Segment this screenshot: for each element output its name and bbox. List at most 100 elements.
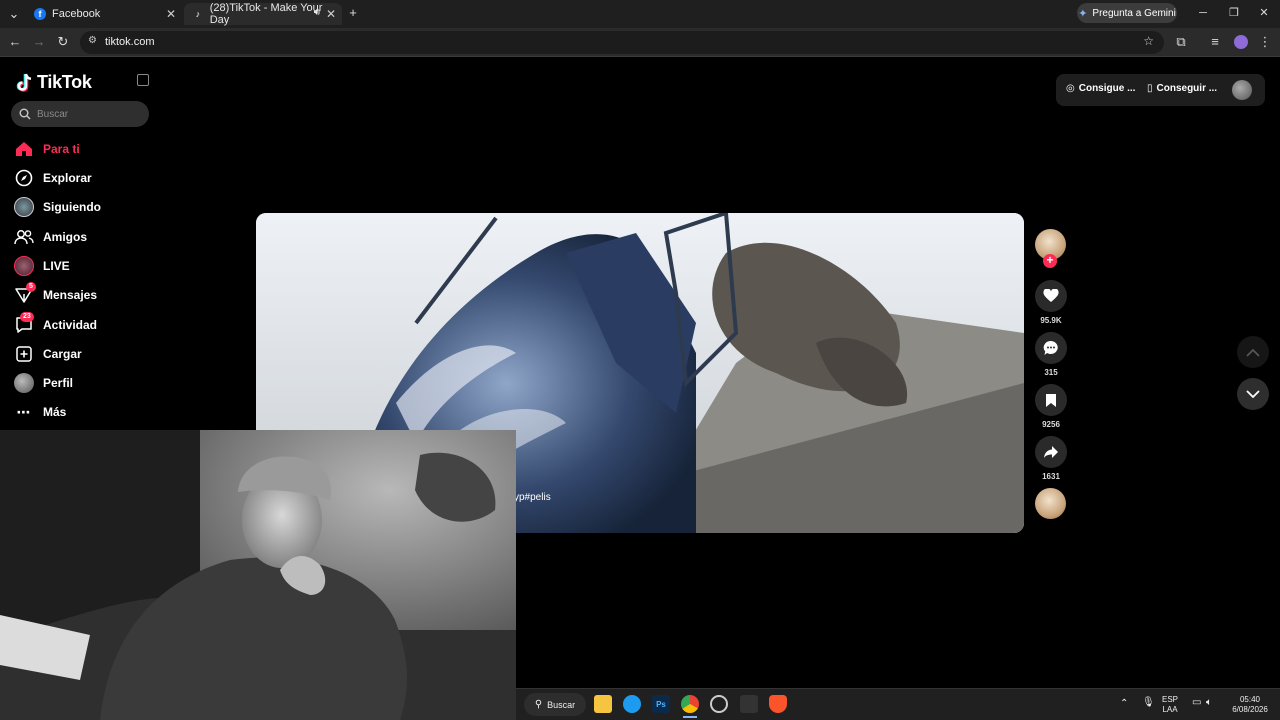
windows-taskbar: ⚲ Buscar Ps ⌃ 🎙︎ ESP LAA ▭ 🔈︎ 05:40 6/08… [516,688,1280,720]
gemini-label: Pregunta a Gemini [1092,7,1176,19]
messages-badge: 5 [26,282,36,292]
clock[interactable]: 05:40 6/08/2026 [1226,695,1274,715]
media-control-icon[interactable]: ≡ [1205,33,1225,51]
microphone-icon[interactable]: 🎙︎ [1142,698,1155,708]
share-button[interactable] [1035,436,1067,468]
sidebar-item-label: Perfil [43,376,74,390]
tiktok-note-icon [16,73,32,92]
tab-tiktok-label: (28)TikTok - Make Your Day [209,2,323,26]
save-count: 9256 [1042,420,1060,429]
compass-icon [14,168,34,188]
get-coins-button[interactable]: ◎ Consigue ... [1066,83,1135,94]
sidebar-item-explorar[interactable]: Explorar [14,167,92,189]
search-input[interactable]: Buscar [11,101,149,127]
lang-bottom: LAA [1162,705,1178,714]
next-video-button[interactable] [1237,378,1269,410]
sidebar-item-siguiendo[interactable]: Siguiendo [14,196,101,218]
sidebar-item-actividad[interactable]: 23 Actividad [14,312,97,336]
site-info-icon[interactable]: ⚙ [88,35,97,46]
reload-button[interactable]: ↻ [53,33,73,51]
tiktok-logo[interactable]: TikTok [16,72,92,93]
activity-badge: 23 [20,312,34,322]
photoshop-icon[interactable]: Ps [652,695,670,713]
collapse-sidebar-icon[interactable] [137,74,149,86]
url-text[interactable]: tiktok.com [105,36,155,48]
gemini-button[interactable]: ✦ Pregunta a Gemini [1077,3,1177,23]
chevron-down-icon [1246,389,1260,398]
file-explorer-icon[interactable] [594,695,612,713]
profile-avatar [14,373,34,393]
friends-icon [14,227,34,247]
obs-icon[interactable] [710,695,728,713]
tab-list-chevron-icon[interactable]: ⌄ [4,5,24,23]
messages-icon: 5 [14,282,36,305]
language-indicator[interactable]: ESP LAA [1162,695,1178,715]
search-icon: ⚲ [534,699,543,710]
close-window-button[interactable]: ✕ [1251,4,1277,22]
close-icon[interactable]: ✕ [166,7,176,21]
sidebar-item-para-ti[interactable]: Para ti [14,138,80,160]
tab-tiktok[interactable]: ♪ (28)TikTok - Make Your Day 🔊︎ ✕ [184,2,342,26]
gemini-sparkle-icon: ✦ [1078,7,1088,20]
browser-tab-bar: ⌄ f Facebook ✕ ♪ (28)TikTok - Make Your … [0,0,1280,28]
brave-icon[interactable] [769,695,787,713]
sidebar-item-perfil[interactable]: Perfil [14,372,73,394]
tiktok-icon: ♪ [195,9,201,19]
sidebar-item-label: Explorar [43,171,92,185]
share-count: 1631 [1042,472,1060,481]
get-app-label: Conseguir ... [1156,83,1218,94]
tab-facebook[interactable]: f Facebook ✕ [26,3,182,25]
volume-icon[interactable]: 🔈︎ [1206,698,1212,708]
sidebar-item-label: Más [43,405,67,419]
clock-time: 05:40 [1239,695,1261,704]
app-window-icon[interactable] [740,695,758,713]
heart-icon [1043,289,1059,302]
audio-playing-icon[interactable]: 🔊︎ [314,7,320,18]
network-icon[interactable]: ▭ [1192,698,1201,708]
facebook-icon: f [34,8,46,20]
video-caption[interactable]: yp#pelis [514,492,551,503]
sidebar-item-mas[interactable]: ⋯ Más [14,401,67,423]
follow-plus-icon[interactable]: + [1043,254,1057,268]
forward-button[interactable]: → [29,33,49,51]
bookmark-star-icon[interactable]: ☆ [1143,34,1154,48]
comment-icon [1043,340,1058,355]
sidebar-item-mensajes[interactable]: 5 Mensajes [14,282,98,306]
sidebar-item-live[interactable]: LIVE [14,255,70,277]
sidebar-item-label: Mensajes [43,288,98,302]
sidebar-item-label: LIVE [43,259,70,273]
taskbar-search-button[interactable]: ⚲ Buscar [524,693,586,716]
sound-avatar[interactable] [1035,488,1066,519]
sidebar-item-cargar[interactable]: Cargar [14,343,82,365]
tab-facebook-label: Facebook [52,8,101,20]
previous-video-button[interactable] [1237,336,1269,368]
search-icon [19,108,31,120]
sidebar-item-label: Amigos [43,230,88,244]
webcam-overlay [0,430,516,720]
sidebar-item-label: Cargar [43,347,82,361]
edge-icon[interactable] [623,695,641,713]
extensions-icon[interactable]: ⧉ [1171,33,1191,51]
restore-button[interactable]: ❐ [1221,4,1247,22]
browser-menu-icon[interactable]: ⋮ [1255,33,1275,51]
bookmark-icon [1046,393,1056,407]
get-app-button[interactable]: ▯ Conseguir ... [1147,83,1217,94]
comment-button[interactable] [1035,332,1067,364]
taskbar-search-label: Buscar [547,699,576,710]
new-tab-button[interactable]: + [343,4,363,22]
share-arrow-icon [1044,446,1058,458]
save-button[interactable] [1035,384,1067,416]
lang-top: ESP [1162,695,1179,704]
profile-avatar[interactable] [1234,35,1248,49]
back-button[interactable]: ← [5,33,25,51]
chrome-icon[interactable] [681,695,699,713]
omnibox[interactable]: ⚙ tiktok.com ☆ [80,31,1164,54]
close-icon[interactable]: ✕ [326,7,336,21]
minimize-button[interactable]: ─ [1190,4,1216,22]
tray-chevron-up-icon[interactable]: ⌃ [1120,699,1128,709]
coins-icon: ◎ [1066,83,1075,94]
like-button[interactable] [1035,280,1067,312]
user-avatar[interactable] [1232,80,1252,100]
live-avatar [14,256,34,276]
sidebar-item-amigos[interactable]: Amigos [14,226,87,248]
